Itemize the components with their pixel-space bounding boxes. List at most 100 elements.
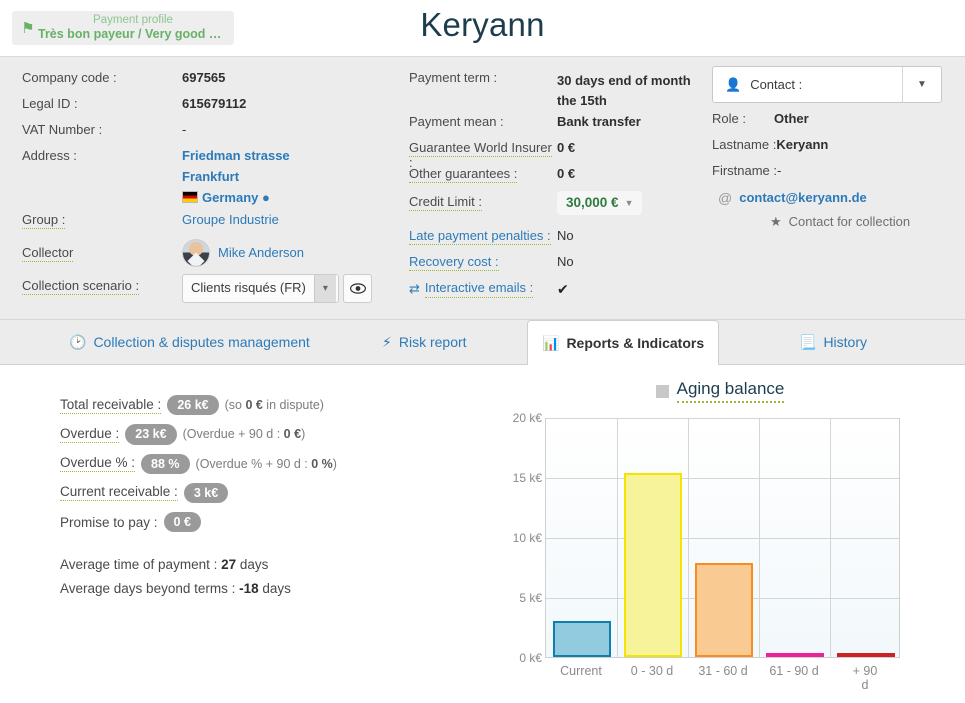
promise-to-pay-label: Promise to pay : xyxy=(60,514,158,530)
recovery-cost-label[interactable]: Recovery cost : xyxy=(409,254,499,271)
row-role: Role : Other xyxy=(712,111,957,127)
other-guarantees-value: 0 € xyxy=(557,166,576,181)
chart-y-tick-label: 15 k€ xyxy=(512,471,542,485)
chart-bar[interactable] xyxy=(837,653,895,657)
total-receivable-note: (so 0 € in dispute) xyxy=(224,398,324,413)
collection-scenario-select[interactable]: Clients risqués (FR) ▾ xyxy=(182,274,339,303)
row-vat-number: VAT Number : - xyxy=(22,122,402,138)
legend-swatch-icon[interactable] xyxy=(655,384,669,398)
address-line2[interactable]: Frankfurt xyxy=(182,169,290,185)
page-title: Keryann xyxy=(420,6,545,43)
tab-history[interactable]: 📃 History xyxy=(785,320,881,364)
contact-select[interactable]: 👤 Contact : ▼ xyxy=(712,66,942,103)
row-collection-contact: ★ Contact for collection xyxy=(712,214,957,230)
chart-gridline xyxy=(546,478,899,479)
firstname-label: Firstname : xyxy=(712,163,778,178)
collection-contact-label: Contact for collection xyxy=(788,214,911,229)
chart-y-tick-label: 20 k€ xyxy=(512,411,542,425)
interactive-emails-value: ✔ xyxy=(557,281,569,297)
legal-id-value: 615679112 xyxy=(182,96,247,111)
overdue-note: (Overdue + 90 d : 0 €) xyxy=(182,427,306,442)
chart-canvas xyxy=(545,418,900,658)
top-bar: ⚑ Payment profile Très bon payeur / Very… xyxy=(0,0,965,57)
at-icon: @ xyxy=(718,190,733,206)
role-label: Role : xyxy=(712,111,746,126)
payment-mean-label: Payment mean : xyxy=(409,114,504,129)
chart-gridline xyxy=(546,538,899,539)
firstname-value: - xyxy=(777,163,782,178)
germany-flag-icon xyxy=(182,190,198,203)
chart-title: Aging balance xyxy=(495,379,945,403)
exchange-arrows-icon: ⇄ xyxy=(409,281,420,296)
email-value[interactable]: contact@keryann.de xyxy=(739,190,867,206)
indicators-list: Total receivable : 26 k€ (so 0 € in disp… xyxy=(60,395,440,605)
eye-icon-button[interactable] xyxy=(343,274,372,303)
other-guarantees-label: Other guarantees : xyxy=(409,166,518,183)
row-recovery-cost: Recovery cost : No xyxy=(409,254,719,271)
credit-limit-label: Credit Limit : xyxy=(409,194,482,212)
chart-bar[interactable] xyxy=(624,473,682,657)
payment-term-value: 30 days end of month the 15th xyxy=(557,73,691,108)
chart-bar[interactable] xyxy=(553,621,611,657)
tab-reports-indicators[interactable]: 📊 Reports & Indicators xyxy=(527,320,720,365)
total-receivable-value: 26 k€ xyxy=(167,395,219,416)
chart-x-tick-label: 61 - 90 d xyxy=(769,664,819,678)
eye-icon xyxy=(349,283,366,294)
current-receivable-value: 3 k€ xyxy=(183,482,229,503)
company-code-value: 697565 xyxy=(182,70,226,85)
row-email: @ contact@keryann.de xyxy=(712,190,957,206)
row-company-code: Company code : 697565 xyxy=(22,70,402,86)
stat-average-time-payment: Average time of payment : 27 days xyxy=(60,557,269,573)
stat-overdue-pct: Overdue % : 88 % (Overdue % + 90 d : 0 %… xyxy=(60,453,440,474)
late-payment-penalties-label[interactable]: Late payment penalties : xyxy=(409,228,551,245)
interactive-emails-label[interactable]: Interactive emails : xyxy=(424,280,534,298)
lastname-value: Keryann xyxy=(776,137,829,152)
chart-gridline-vertical xyxy=(617,419,618,657)
chart-x-tick-label: Current xyxy=(560,664,602,678)
map-pin-icon[interactable]: ● xyxy=(262,190,270,205)
stat-overdue: Overdue : 23 k€ (Overdue + 90 d : 0 €) xyxy=(60,424,440,445)
address-country[interactable]: Germany xyxy=(202,190,258,205)
company-code-label: Company code : xyxy=(22,70,117,85)
chart-title-text[interactable]: Aging balance xyxy=(676,379,785,403)
address-line1[interactable]: Friedman strasse xyxy=(182,148,290,164)
total-receivable-label: Total receivable : xyxy=(60,396,162,414)
row-legal-id: Legal ID : 615679112 xyxy=(22,96,402,112)
tab-collection-disputes[interactable]: 🕑 Collection & disputes management xyxy=(55,320,324,364)
contact-select-label: Contact : xyxy=(750,77,803,92)
chevron-down-icon: ▼ xyxy=(624,197,634,208)
row-group: Group : Groupe Industrie xyxy=(22,212,402,229)
tab-label: History xyxy=(823,334,867,350)
vat-number-value: - xyxy=(182,122,187,137)
customer-info-panel: Company code : 697565 Legal ID : 6156791… xyxy=(0,57,965,320)
group-value[interactable]: Groupe Industrie xyxy=(182,212,279,228)
chart-bar[interactable] xyxy=(695,563,753,657)
reports-content: Total receivable : 26 k€ (so 0 € in disp… xyxy=(0,365,965,703)
stat-average-days-beyond-terms: Average days beyond terms : -18 days xyxy=(60,581,291,597)
legal-id-label: Legal ID : xyxy=(22,96,78,111)
bolt-icon: ⚡ xyxy=(382,334,392,350)
stat-current-receivable: Current receivable : 3 k€ xyxy=(60,482,440,503)
collector-value[interactable]: Mike Anderson xyxy=(218,245,304,261)
tab-risk-report[interactable]: ⚡ Risk report xyxy=(368,320,481,364)
chart-bar[interactable] xyxy=(766,653,824,657)
row-late-payment-penalties: Late payment penalties : No xyxy=(409,228,719,245)
chevron-down-icon[interactable]: ▼ xyxy=(902,67,941,102)
chart-gridline xyxy=(546,418,899,419)
payment-mean-value: Bank transfer xyxy=(557,114,641,129)
role-value: Other xyxy=(774,111,809,126)
overdue-pct-note: (Overdue % + 90 d : 0 %) xyxy=(195,456,337,471)
overdue-pct-label: Overdue % : xyxy=(60,455,136,473)
tab-label: Reports & Indicators xyxy=(566,335,705,351)
chart-y-tick-label: 5 k€ xyxy=(519,591,542,605)
row-collection-scenario: Collection scenario : Clients risqués (F… xyxy=(22,274,402,303)
late-payment-penalties-value: No xyxy=(557,228,574,243)
row-credit-limit: Credit Limit : 30,000 € ▼ xyxy=(409,191,719,215)
vat-number-label: VAT Number : xyxy=(22,122,103,137)
avatar xyxy=(182,239,210,267)
chart-y-tick-label: 0 k€ xyxy=(519,651,542,665)
chevron-down-icon[interactable]: ▾ xyxy=(313,275,336,302)
tab-bar: 🕑 Collection & disputes management ⚡ Ris… xyxy=(0,320,965,365)
credit-limit-dropdown[interactable]: 30,000 € ▼ xyxy=(557,191,643,215)
chart-x-tick-label: 31 - 60 d xyxy=(698,664,748,678)
